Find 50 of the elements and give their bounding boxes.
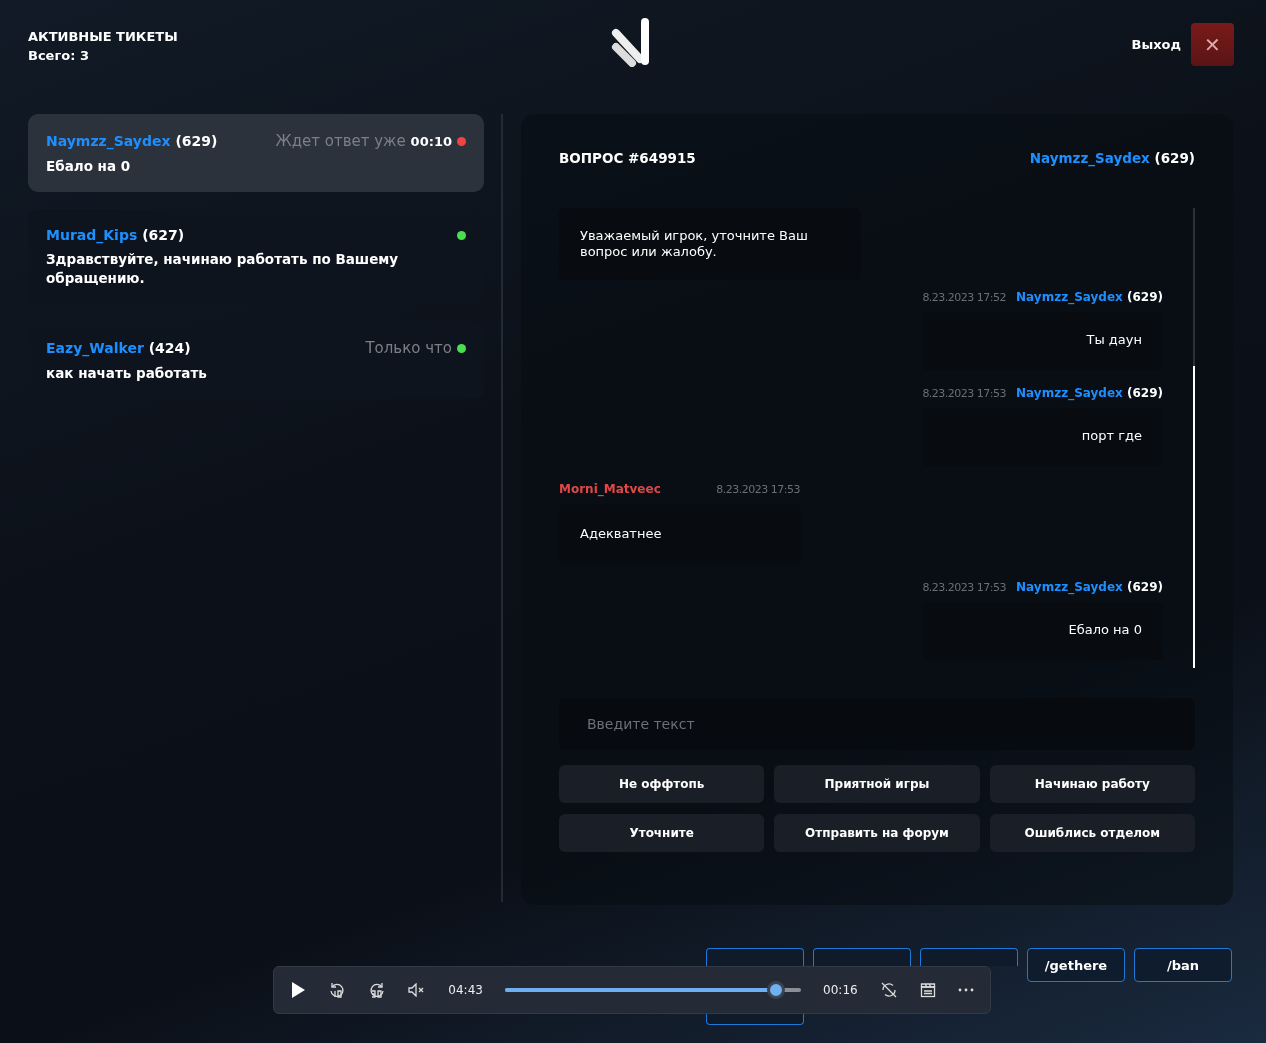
ticket-user: Naymzz_Saydex (629)	[46, 133, 218, 149]
ticket-status: Только что	[365, 339, 452, 357]
ticket-status: Ждет ответ уже 00:10	[275, 132, 452, 150]
ticket-message: Ебало на 0	[46, 157, 132, 176]
seek-thumb[interactable]	[766, 981, 785, 999]
close-button[interactable]: ✕	[1191, 23, 1234, 66]
remaining-time: 00:16	[823, 983, 858, 997]
question-title: ВОПРОС #649915	[559, 150, 696, 166]
quick-reply-button[interactable]: Отправить на форум	[774, 814, 980, 852]
message-bubble: Ты даун	[922, 312, 1163, 370]
quick-reply-button[interactable]: Приятной игры	[774, 765, 980, 803]
message-bubble: порт где	[922, 408, 1163, 466]
quick-reply-button[interactable]: Начинаю работу	[989, 765, 1195, 803]
message-author: Morni_Matveec	[559, 482, 661, 496]
logo-icon	[610, 17, 652, 67]
message-bubble: Уважаемый игрок, уточните Ваш вопрос или жалобу.	[559, 208, 861, 280]
quick-reply-button[interactable]: Ошиблись отделом	[989, 814, 1195, 852]
command-button[interactable]	[813, 948, 911, 966]
page-title: АКТИВНЫЕ ТИКЕТЫ	[28, 28, 179, 46]
message-time: 8.23.2023 17:53	[922, 581, 1007, 594]
command-button[interactable]: /ban	[1134, 948, 1232, 982]
play-icon[interactable]	[290, 981, 306, 999]
command-button[interactable]	[706, 948, 804, 966]
command-button[interactable]	[706, 1014, 804, 1025]
ticket-message: как начать работать	[46, 364, 208, 383]
message-bubble: Ебало на 0	[922, 602, 1163, 660]
ticket-card[interactable]: Naymzz_Saydex (629) Ждет ответ уже 00:10 Ебало на 0	[28, 114, 484, 192]
command-button[interactable]	[920, 948, 1018, 966]
message-bubble: Адекватнее	[559, 504, 801, 564]
quick-reply-button[interactable]: Уточните	[559, 814, 765, 852]
message-author: Naymzz_Saydex (629)	[1016, 290, 1163, 304]
exit-label: Выход	[1131, 37, 1181, 52]
quick-reply-button[interactable]: Не оффтопь	[559, 765, 765, 803]
message-time: 8.23.2023 17:53	[716, 483, 800, 496]
message-time: 8.23.2023 17:52	[922, 291, 1007, 304]
ticket-count: Всего: 3	[28, 47, 90, 65]
user-name: Naymzz_Saydex (629)	[1029, 150, 1195, 166]
message-time: 8.23.2023 17:53	[922, 387, 1007, 400]
more-icon[interactable]	[957, 988, 974, 992]
message-author: Naymzz_Saydex (629)	[1016, 580, 1163, 594]
ticket-message: Здравствуйте, начинаю работать по Вашему обращению.	[46, 250, 400, 288]
command-button[interactable]: /gethere	[1027, 948, 1125, 982]
clapperboard-icon[interactable]	[919, 982, 936, 998]
elapsed-time: 04:43	[448, 983, 483, 997]
message-author: Naymzz_Saydex (629)	[1016, 386, 1163, 400]
ticket-user: Murad_Kips (627)	[46, 227, 185, 243]
seek-bar[interactable]	[505, 981, 801, 999]
message-input[interactable]: Введите текст	[559, 698, 1195, 750]
repeat-icon[interactable]	[879, 981, 898, 999]
ticket-user: Eazy_Walker (424)	[46, 340, 191, 356]
